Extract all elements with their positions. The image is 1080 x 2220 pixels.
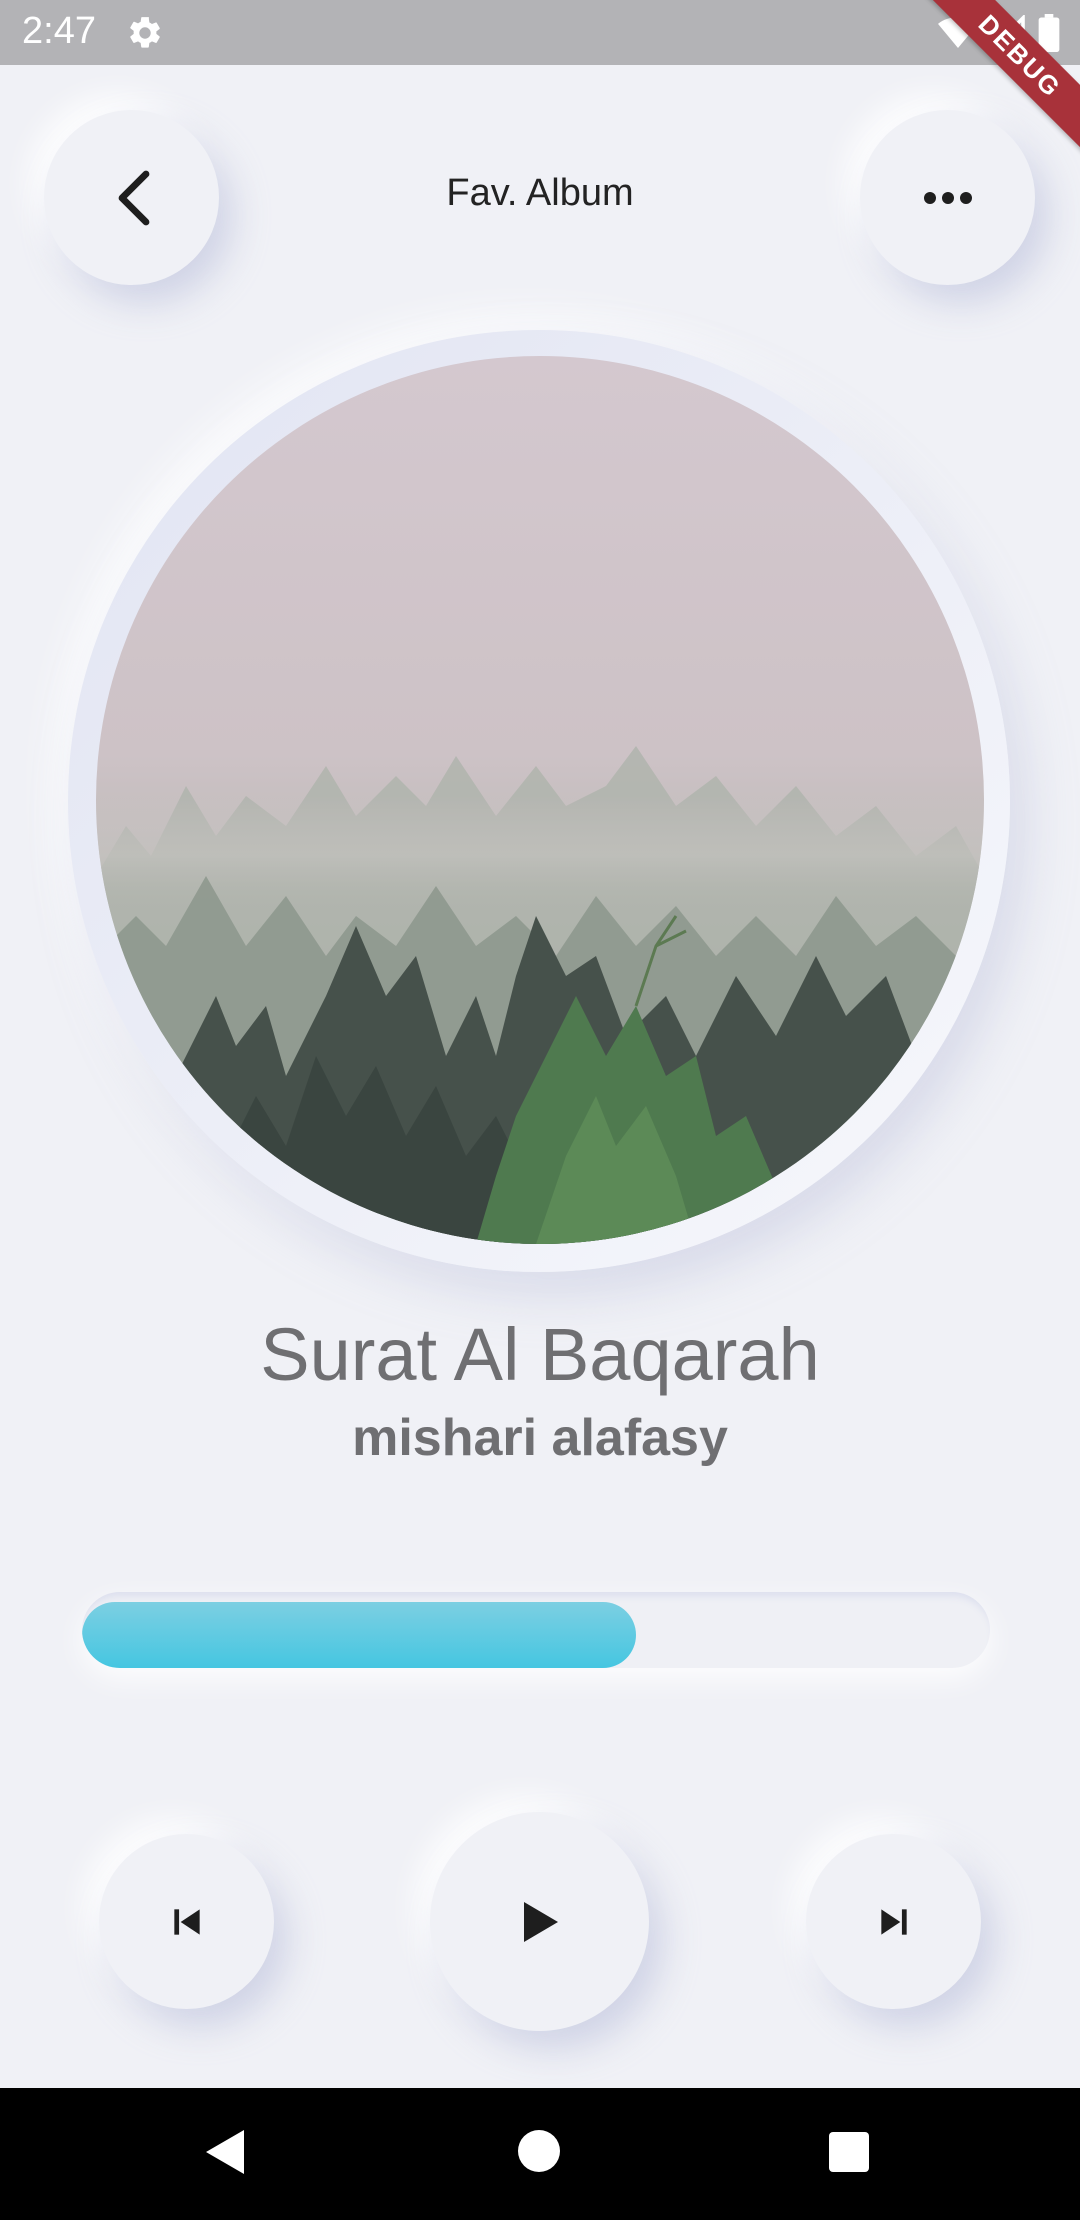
more-horizontal-icon	[923, 191, 972, 204]
foggy-forest-artwork	[96, 356, 984, 1244]
more-options-button[interactable]	[860, 110, 1035, 285]
home-circle-icon[interactable]	[518, 2130, 560, 2172]
recents-square-icon[interactable]	[829, 2132, 869, 2172]
settings-icon	[130, 17, 160, 48]
track-artist: mishari alafasy	[352, 1409, 728, 1467]
play-button[interactable]	[430, 1812, 649, 2031]
play-icon	[523, 1901, 558, 1942]
skip-previous-icon	[173, 1908, 200, 1935]
album-art	[96, 356, 984, 1244]
music-player-screen: 2:47 DEBUG Fav. Album Surat Al Baqarah m…	[0, 0, 1080, 2220]
skip-next-icon	[880, 1908, 907, 1935]
system-navigation-bar	[0, 2088, 1080, 2220]
back-triangle-icon[interactable]	[204, 2128, 246, 2176]
previous-button[interactable]	[99, 1834, 274, 2009]
progress-fill	[82, 1602, 636, 1668]
next-button[interactable]	[806, 1834, 981, 2009]
progress-bar[interactable]	[82, 1592, 990, 1668]
status-bar: 2:47	[0, 0, 1080, 65]
track-title: Surat Al Baqarah	[260, 1313, 820, 1396]
status-time: 2:47	[22, 10, 96, 52]
